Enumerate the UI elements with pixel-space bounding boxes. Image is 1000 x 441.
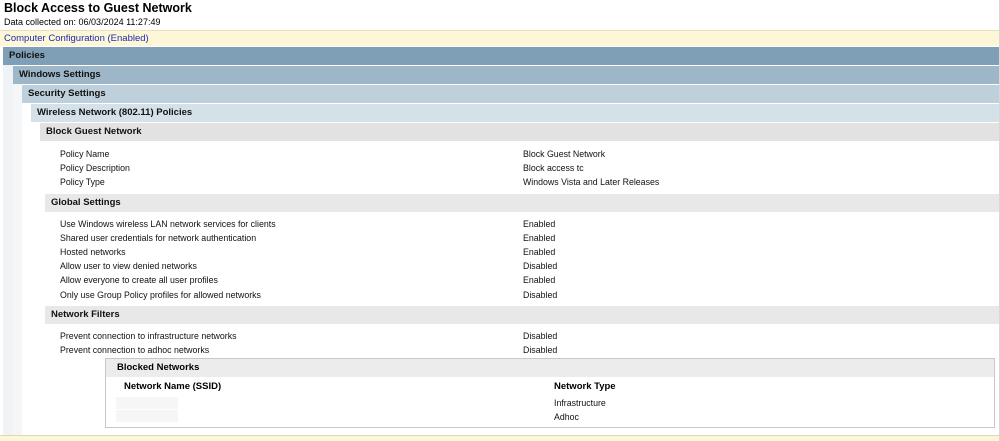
windows-settings-header[interactable]: Windows Settings	[13, 66, 1000, 84]
global-setting-value: Disabled	[523, 261, 558, 271]
blocked-networks-header[interactable]: Blocked Networks	[106, 359, 994, 377]
policy-description-label: Policy Description	[60, 163, 130, 173]
user-configuration-strip	[0, 435, 1000, 441]
global-setting-label: Use Windows wireless LAN network service…	[60, 219, 276, 229]
global-setting-label: Shared user credentials for network auth…	[60, 233, 257, 243]
policy-name-value: Block Guest Network	[523, 149, 606, 159]
global-setting-label: Allow user to view denied networks	[60, 261, 197, 271]
global-setting-value: Enabled	[523, 233, 556, 243]
tree-indent	[13, 84, 22, 441]
policies-header[interactable]: Policies	[3, 47, 1000, 65]
policy-description-value: Block access tc	[523, 163, 584, 173]
global-setting-value: Enabled	[523, 219, 556, 229]
global-setting-value: Enabled	[523, 247, 556, 257]
tree-indent	[3, 65, 13, 441]
network-type-column-header: Network Type	[554, 381, 616, 392]
global-setting-label: Hosted networks	[60, 247, 126, 257]
redacted-ssid	[116, 410, 178, 422]
policy-name-label: Policy Name	[60, 149, 110, 159]
policy-type-label: Policy Type	[60, 177, 105, 187]
global-setting-label: Only use Group Policy profiles for allow…	[60, 290, 261, 300]
network-type-cell: Adhoc	[554, 412, 579, 422]
security-settings-header[interactable]: Security Settings	[22, 85, 1000, 103]
filter-label: Prevent connection to adhoc networks	[60, 345, 210, 355]
global-setting-value: Disabled	[523, 290, 558, 300]
filter-value: Disabled	[523, 345, 558, 355]
global-setting-label: Allow everyone to create all user profil…	[60, 275, 218, 285]
ssid-column-header: Network Name (SSID)	[124, 381, 222, 392]
wireless-policies-header[interactable]: Wireless Network (802.11) Policies	[31, 104, 1000, 122]
policy-type-value: Windows Vista and Later Releases	[523, 177, 660, 187]
redacted-ssid	[116, 397, 178, 409]
global-setting-value: Enabled	[523, 275, 556, 285]
blocked-networks-table: Blocked Networks Network Name (SSID) Net…	[105, 358, 995, 428]
network-filters-header[interactable]: Network Filters	[45, 306, 1000, 324]
filter-label: Prevent connection to infrastructure net…	[60, 331, 237, 341]
block-guest-network-header[interactable]: Block Guest Network	[40, 123, 1000, 141]
report-title: Block Access to Guest Network	[4, 1, 192, 15]
data-collected-timestamp: Data collected on: 06/03/2024 11:27:49	[4, 17, 161, 27]
computer-configuration-header[interactable]: Computer Configuration (Enabled)	[0, 30, 1000, 46]
filter-value: Disabled	[523, 331, 558, 341]
global-settings-header[interactable]: Global Settings	[45, 194, 1000, 212]
network-type-cell: Infrastructure	[554, 398, 606, 408]
